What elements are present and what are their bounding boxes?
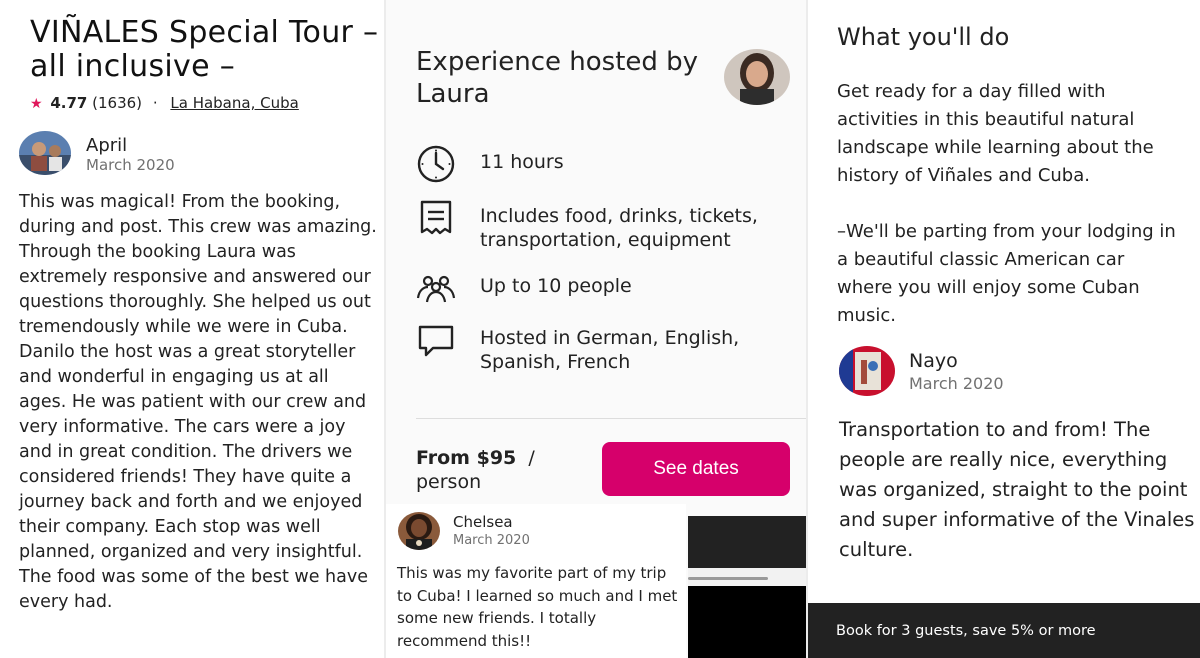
reviewer-photo <box>839 346 895 396</box>
avatar <box>839 346 895 396</box>
activity-description: Get ready for a day filled with activiti… <box>837 78 1177 330</box>
receipt-icon <box>416 199 456 239</box>
video-overlay <box>688 516 806 568</box>
people-icon <box>416 272 456 312</box>
price-unit: person <box>416 471 482 493</box>
rating-count: (1636) <box>92 94 143 112</box>
review-date: March 2020 <box>86 156 175 174</box>
host-heading: Experience hosted by Laura <box>416 47 699 109</box>
review-date: March 2020 <box>453 533 530 548</box>
activity-paragraph: –We'll be parting from your lodging in a… <box>837 221 1176 326</box>
clock-icon <box>416 145 456 185</box>
reviewer-name: Nayo <box>909 350 958 372</box>
reviewer-name: Chelsea <box>453 513 513 531</box>
star-icon: ★ <box>30 96 43 112</box>
rating-row: ★ 4.77 (1636) · La Habana, Cuba <box>30 94 299 112</box>
section-divider <box>416 418 806 419</box>
review-date: March 2020 <box>909 374 1004 393</box>
review-text: Transportation to and from! The people a… <box>839 418 1195 561</box>
activity-paragraph: Get ready for a day filled with activiti… <box>837 81 1154 186</box>
tour-title: VIÑALES Special Tour – all inclusive – <box>30 15 379 84</box>
rating-value: 4.77 <box>50 94 88 112</box>
review-text: This was my favorite part of my trip to … <box>397 564 678 650</box>
feature-includes-text: Includes food, drinks, tickets, transpor… <box>480 205 758 251</box>
feature-group-size-text: Up to 10 people <box>480 275 632 297</box>
reviewer-name: April <box>86 135 128 156</box>
scrollbar[interactable] <box>688 577 768 580</box>
avatar <box>398 512 440 550</box>
what-you-do-panel: What you'll do Get ready for a day fille… <box>808 0 1200 658</box>
feature-languages-text: Hosted in German, English, Spanish, Fren… <box>480 327 740 373</box>
reviewer-photo <box>398 512 440 550</box>
section-heading: What you'll do <box>837 23 1010 51</box>
price-separator: / <box>528 447 535 469</box>
video-overlay <box>688 586 806 658</box>
price-block: From $95 / person <box>416 446 535 494</box>
host-photo <box>724 49 790 105</box>
reviewer-photo <box>19 131 71 175</box>
feature-duration-text: 11 hours <box>480 151 564 173</box>
rating-separator: · <box>152 94 158 112</box>
see-dates-button[interactable]: See dates <box>602 442 790 496</box>
tour-overview-panel: VIÑALES Special Tour – all inclusive – ★… <box>0 0 384 658</box>
avatar <box>19 131 71 175</box>
host-avatar[interactable] <box>724 49 790 105</box>
review-text: This was magical! From the booking, duri… <box>19 192 377 612</box>
booking-discount-banner[interactable]: Book for 3 guests, save 5% or more <box>808 603 1200 658</box>
price-from: From $95 <box>416 447 517 469</box>
chat-bubble-icon <box>416 322 456 362</box>
host-details-panel: Experience hosted by Laura 11 hours Incl… <box>386 0 806 658</box>
location-link[interactable]: La Habana, Cuba <box>170 94 298 112</box>
